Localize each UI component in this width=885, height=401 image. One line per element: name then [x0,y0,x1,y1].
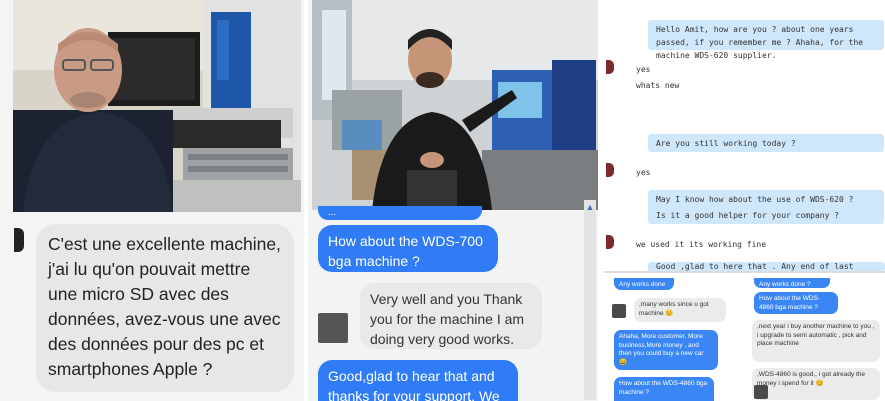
contact-avatar[interactable] [318,313,348,343]
outgoing-message-bubble: Hello Amit, how are you ? about one year… [648,20,884,60]
outgoing-message-bubble: How about the WDS-4860 bga machine ? [614,377,714,401]
divider [604,271,885,273]
outgoing-message-partial: ... [318,206,482,220]
message-text: we used it its working fine [636,240,767,249]
chat-screenshot-panel: Hello Amit, how are you ? about one year… [604,0,885,401]
message-text: Are you still working today ? [656,139,796,148]
contact-avatar[interactable] [606,235,614,249]
message-text: May I know how about the use of WDS-620 … [656,195,854,204]
message-text: C'est une excellente machine, j'ai lu qu… [48,234,281,379]
outgoing-message-bubble: May I know how about the use of WDS-620 … [648,190,884,224]
incoming-message-bubble: we used it its working fine [628,235,808,251]
photo-man-with-glasses [13,0,301,212]
message-text: ,WDS-4860 is good,, i got already the mo… [757,371,866,387]
contact-avatar[interactable] [612,304,626,318]
message-text: Any works done ? [759,281,811,288]
message-text: Any works done ? [619,281,666,297]
outgoing-message-bubble: Any works done ? [754,278,830,288]
contact-avatar[interactable] [14,228,24,252]
scrollbar[interactable] [584,200,596,400]
incoming-message-bubble: whats new [628,76,748,92]
message-text: How about the WDS-4860 bga machine ? [619,380,708,396]
message-text: yes [636,168,651,177]
message-text: How about the WDS-4860 bga machine ? [759,295,821,311]
photo-panel-middle: ... How about the WDS-700 bga machine ? … [308,0,598,401]
contact-avatar[interactable] [606,60,614,74]
incoming-message-bubble: yes [628,163,748,179]
message-text: Is it a good helper for your company ? [656,211,840,220]
message-text: ,many works since u got machine 😊 [639,301,709,317]
incoming-message-bubble: ,many works since u got machine 😊 [634,298,726,322]
message-text: Ahaha, More customer, More business,More… [619,333,704,366]
photo-panel-left: C'est une excellente machine, j'ai lu qu… [0,0,304,401]
incoming-message-bubble: ,next year i buy another machine to you … [752,320,880,362]
outgoing-message-bubble: Any works done ? [614,278,674,297]
outgoing-message-bubble: Good,glad to hear that and thanks for yo… [318,360,518,401]
incoming-message-bubble: C'est une excellente machine, j'ai lu qu… [36,224,294,392]
photo-man-at-machine [312,0,598,210]
scroll-up-icon[interactable]: ▲ [585,202,595,212]
outgoing-message-bubble: Are you still working today ? [648,134,884,152]
outgoing-message-bubble: Ahaha, More customer, More business,More… [614,330,718,370]
message-text: How about the WDS-700 bga machine ? [328,233,483,269]
incoming-message-bubble: ,WDS-4860 is good,, i got already the mo… [752,368,880,400]
message-text: ... [328,207,337,218]
outgoing-message-bubble: How about the WDS-700 bga machine ? [318,225,498,272]
message-text: Very well and you Thank you for the mach… [370,291,525,347]
message-text: ,next year i buy another machine to you … [757,323,875,347]
incoming-message-bubble: yes [628,60,748,76]
message-text: Good,glad to hear that and thanks for yo… [328,368,500,401]
contact-avatar[interactable] [606,163,614,177]
message-text: yes [636,65,651,74]
message-text: whats new [636,81,680,90]
incoming-message-bubble: Very well and you Thank you for the mach… [360,283,542,349]
contact-avatar[interactable] [754,385,768,399]
message-text: Hello Amit, how are you ? about one year… [656,25,864,60]
outgoing-message-bubble: How about the WDS-4860 bga machine ? [754,292,838,314]
